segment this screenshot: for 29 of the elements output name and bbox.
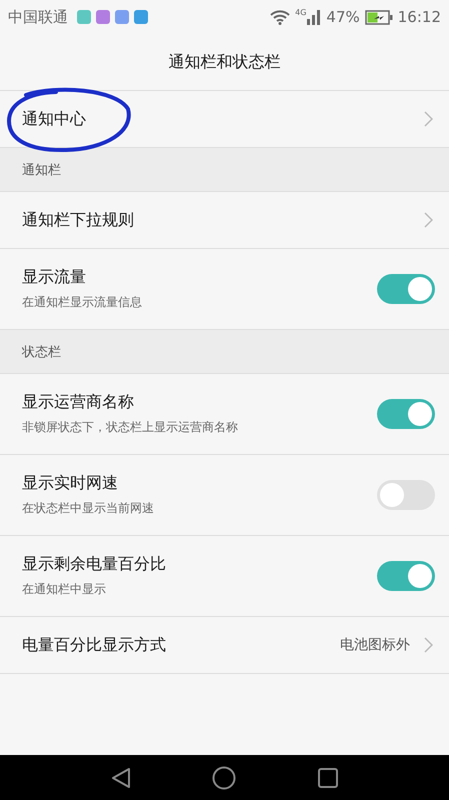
clock: 16:12 <box>398 8 441 26</box>
network-type: 4G <box>295 8 306 17</box>
wifi-icon <box>270 10 290 24</box>
signal-icon <box>307 9 322 25</box>
setting-description: 非锁屏状态下，状态栏上显示运营商名称 <box>22 419 239 436</box>
home-icon[interactable] <box>212 766 236 790</box>
notification-icons-drawing <box>77 10 149 24</box>
recents-icon[interactable] <box>318 768 338 788</box>
setting-description: 在状态栏中显示当前网速 <box>22 500 155 517</box>
back-icon[interactable] <box>110 766 131 788</box>
carrier-name: 中国联通 <box>8 8 68 26</box>
chevron-icon <box>424 637 433 653</box>
battery-percent: 47% <box>326 8 360 26</box>
setting-label: 显示剩余电量百分比 <box>22 554 167 575</box>
chevron-icon <box>424 111 433 127</box>
setting-description: 在通知栏显示流量信息 <box>22 294 143 311</box>
battery-icon <box>364 10 393 24</box>
section-header: 状态栏 <box>22 344 61 360</box>
page-title: 通知栏和状态栏 <box>168 52 280 72</box>
setting-label: 显示实时网速 <box>22 473 119 494</box>
setting-label: 显示流量 <box>22 267 87 288</box>
setting-description: 在通知栏中显示 <box>22 581 107 598</box>
toggle-switch[interactable] <box>377 274 435 304</box>
section-header: 通知栏 <box>22 162 61 178</box>
setting-label: 显示运营商名称 <box>22 392 135 413</box>
toggle-switch[interactable] <box>377 399 435 429</box>
chevron-icon <box>424 212 433 228</box>
toggle-switch[interactable] <box>377 561 435 591</box>
toggle-switch[interactable] <box>377 480 435 510</box>
